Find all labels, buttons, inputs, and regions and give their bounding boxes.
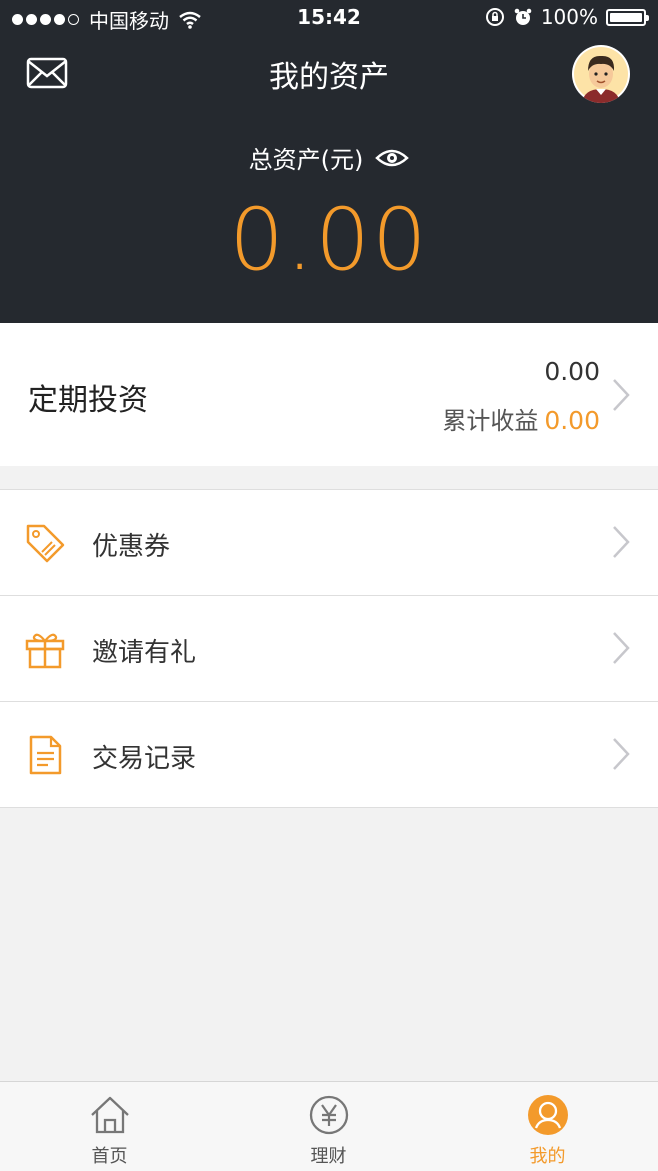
profile-icon xyxy=(528,1095,568,1135)
yen-icon xyxy=(309,1095,349,1135)
tab-bar: 首页 理财 我的 xyxy=(0,1081,658,1171)
tab-label: 首页 xyxy=(91,1146,128,1167)
status-bar: 中国移动 15:42 100% xyxy=(0,0,658,36)
coupon-tag-icon xyxy=(26,524,65,563)
menu-item-invite[interactable]: 邀请有礼 xyxy=(0,596,658,702)
chevron-right-icon xyxy=(613,738,630,770)
alarm-icon xyxy=(514,8,532,25)
fixed-investment-row[interactable]: 定期投资 0.00 累计收益 0.00 xyxy=(0,323,658,466)
asset-header: 中国移动 15:42 100% 我的资产 总资产(元) 0.00 xyxy=(0,0,658,323)
status-right: 100% xyxy=(485,5,649,29)
total-assets-label-row: 总资产(元) xyxy=(0,140,658,175)
avatar[interactable] xyxy=(572,45,630,103)
total-assets-value: 0.00 xyxy=(229,190,429,290)
fixed-investment-title: 定期投资 xyxy=(28,383,148,418)
tab-finance[interactable]: 理财 xyxy=(219,1082,438,1171)
menu-item-label: 优惠券 xyxy=(92,532,171,562)
battery-label: 100% xyxy=(540,5,598,29)
menu-item-coupons[interactable]: 优惠券 xyxy=(0,490,658,596)
fixed-investment-amount: 0.00 xyxy=(544,357,600,386)
total-assets-label: 总资产(元) xyxy=(248,146,364,174)
gift-icon xyxy=(25,633,65,669)
eye-icon[interactable] xyxy=(375,147,410,169)
chevron-right-icon xyxy=(613,526,630,558)
document-icon xyxy=(29,735,62,775)
cumulative-income: 累计收益 0.00 xyxy=(442,401,600,436)
rotation-lock-icon xyxy=(485,8,504,26)
tab-label: 理财 xyxy=(310,1146,347,1167)
home-icon xyxy=(91,1096,129,1134)
cumulative-income-value: 0.00 xyxy=(544,406,600,435)
cumulative-income-label: 累计收益 xyxy=(442,407,539,435)
asset-menu: 优惠券 邀请有礼 交易记录 xyxy=(0,489,658,808)
menu-item-transactions[interactable]: 交易记录 xyxy=(0,702,658,808)
chevron-right-icon xyxy=(613,632,630,664)
tab-mine[interactable]: 我的 xyxy=(438,1082,657,1171)
menu-item-label: 邀请有礼 xyxy=(92,638,197,668)
menu-item-label: 交易记录 xyxy=(92,744,197,774)
tab-label: 我的 xyxy=(529,1146,566,1167)
tab-home[interactable]: 首页 xyxy=(0,1082,219,1171)
battery-icon xyxy=(606,8,649,26)
chevron-right-icon xyxy=(613,379,630,411)
page-title: 我的资产 xyxy=(269,60,389,95)
